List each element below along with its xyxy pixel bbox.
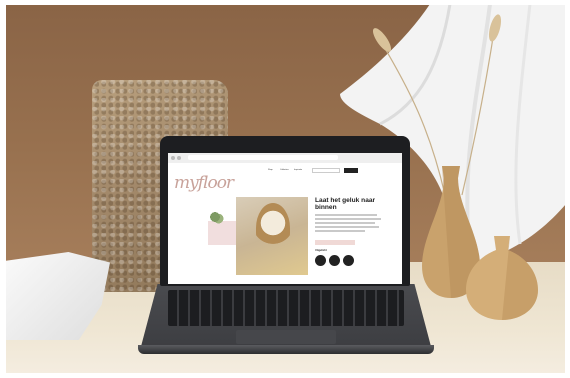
category-circle [315, 255, 326, 266]
browser-toolbar [168, 153, 402, 163]
site-nav-item: Collecties [280, 169, 289, 171]
category-circle [343, 255, 354, 266]
window-dot-icon [171, 156, 175, 160]
window-dot-icon [177, 156, 181, 160]
site-search-box [312, 168, 340, 173]
hero-cta-button [315, 240, 355, 245]
text-line [315, 226, 379, 228]
laptop-front-edge [138, 345, 434, 354]
plant-photo [206, 209, 224, 225]
site-nav-item: Inspiratie [294, 169, 303, 171]
site-cart-button [344, 168, 358, 173]
section-label: Uitgelicht [315, 249, 327, 252]
text-line [315, 230, 365, 232]
laptop-screen: Shop Collecties Inspiratie myfloor Laat … [168, 153, 402, 284]
laptop-trackpad [236, 330, 336, 344]
product-photo-scene: Shop Collecties Inspiratie myfloor Laat … [0, 0, 570, 378]
text-line [315, 214, 377, 216]
text-line [315, 222, 375, 224]
category-circle [329, 255, 340, 266]
laptop-keyboard [168, 290, 404, 326]
hero-headline: Laat het geluk naar binnen [315, 197, 376, 212]
text-line [315, 218, 381, 220]
address-bar [188, 155, 338, 160]
hanging-chair-photo [256, 203, 290, 253]
site-nav-item: Shop [268, 169, 273, 171]
brand-logo: myfloor [174, 173, 234, 193]
round-ceramic-vase [466, 236, 538, 320]
